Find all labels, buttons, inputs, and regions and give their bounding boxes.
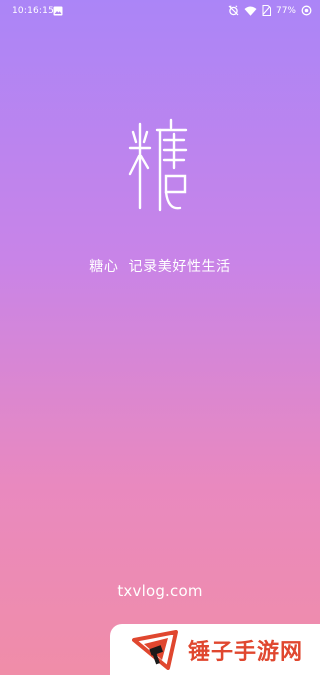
status-icons: 77% (228, 5, 312, 16)
website-url: txvlog.com (117, 582, 203, 600)
status-time: 10:16:15 (12, 6, 55, 16)
battery-level: 77% (275, 5, 296, 16)
app-logo (128, 118, 188, 212)
watermark-text: 锤子手游网 (188, 639, 304, 665)
battery-saver-icon (301, 5, 312, 16)
status-bar: 10:16:15 77% (0, 0, 320, 24)
wifi-icon (244, 6, 257, 16)
app-tagline: 糖心 记录美好性生活 (89, 259, 231, 275)
alarm-off-icon (228, 5, 239, 16)
no-sim-icon (262, 5, 271, 16)
watermark-badge: 锤子手游网 (110, 624, 320, 675)
image-icon (53, 6, 63, 16)
hammer-logo-icon (132, 629, 178, 670)
